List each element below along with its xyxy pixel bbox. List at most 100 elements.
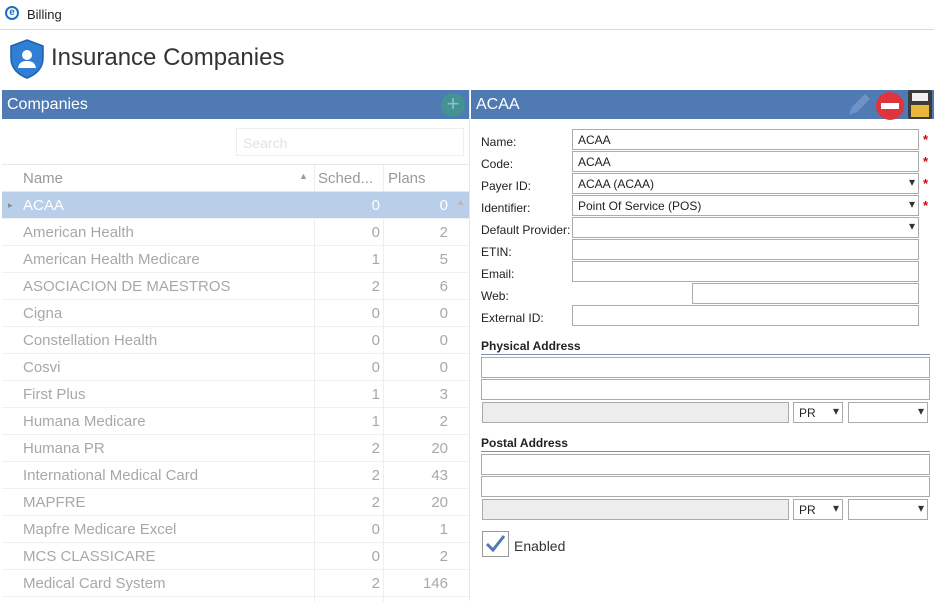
- row-schedules: 0: [371, 332, 380, 349]
- row-schedules: 0: [371, 548, 380, 565]
- physical-state-select[interactable]: PR: [793, 402, 843, 423]
- table-row[interactable]: ASOCIACION DE MAESTROS 2 6: [2, 273, 469, 300]
- table-row[interactable]: Cigna 0 0: [2, 300, 469, 327]
- row-plans: 1: [439, 521, 448, 538]
- table-row[interactable]: First Plus 1 3: [2, 381, 469, 408]
- companies-header: Companies +: [2, 90, 469, 119]
- email-field[interactable]: [572, 261, 919, 282]
- external-id-field[interactable]: [572, 305, 919, 326]
- postal-zip-select[interactable]: [848, 499, 928, 520]
- postal-state-select[interactable]: PR: [793, 499, 843, 520]
- payer-id-select[interactable]: ACAA (ACAA): [572, 173, 919, 194]
- row-schedules: 0: [371, 224, 380, 241]
- web-field[interactable]: [692, 283, 919, 304]
- row-name: Cigna: [23, 305, 63, 322]
- table-row[interactable]: ▸ ACAA 0 0: [2, 192, 469, 219]
- row-name: MAPFRE: [23, 494, 86, 511]
- page-header: Insurance Companies: [0, 30, 934, 88]
- default-provider-label: Default Provider:: [481, 223, 571, 237]
- row-name: American Health: [23, 224, 134, 241]
- row-plans: 6: [439, 278, 448, 295]
- row-name: Humana PR: [23, 440, 105, 457]
- table-row[interactable]: Humana Medicare 1 2: [2, 408, 469, 435]
- enabled-checkbox[interactable]: [482, 531, 509, 557]
- row-plans: 2: [439, 413, 448, 430]
- table-row[interactable]: Mapfre Medicare Excel 0 1: [2, 516, 469, 543]
- column-header-name[interactable]: Name: [23, 170, 63, 187]
- row-schedules: 2: [371, 440, 380, 457]
- email-label: Email:: [481, 267, 515, 281]
- grid-scrollbar[interactable]: ▲: [454, 193, 468, 602]
- column-header-plans[interactable]: Plans: [388, 170, 426, 187]
- row-plans: 2: [439, 548, 448, 565]
- etin-field[interactable]: [572, 239, 919, 260]
- companies-title: Companies: [7, 96, 88, 113]
- required-marker: *: [923, 176, 929, 191]
- detail-title: ACAA: [476, 96, 520, 113]
- search-input[interactable]: Search: [236, 128, 464, 156]
- row-name: Mapfre Medicare Excel: [23, 521, 177, 538]
- physical-address-line2[interactable]: [481, 379, 930, 400]
- row-name: ASOCIACION DE MAESTROS: [23, 278, 231, 295]
- web-label: Web:: [481, 289, 509, 303]
- default-provider-select[interactable]: [572, 217, 919, 238]
- row-name: American Health Medicare: [23, 251, 200, 268]
- column-header-schedules[interactable]: Sched...: [318, 170, 373, 187]
- postal-address-line1[interactable]: [481, 454, 930, 475]
- postal-city-field[interactable]: [482, 499, 789, 520]
- section-divider: [481, 354, 930, 355]
- detail-header: ACAA: [471, 90, 934, 120]
- row-name: ACAA: [23, 197, 64, 214]
- table-row[interactable]: Medical Card System 2 146: [2, 570, 469, 597]
- save-icon[interactable]: [908, 90, 932, 119]
- payer-id-label: Payer ID:: [481, 179, 532, 193]
- delete-button[interactable]: [876, 92, 904, 120]
- physical-city-field[interactable]: [482, 402, 789, 423]
- row-name: Cosvi: [23, 359, 61, 376]
- section-divider: [481, 451, 930, 452]
- edit-pencil-icon[interactable]: [846, 92, 872, 118]
- table-row[interactable]: International Medical Card 2 43: [2, 462, 469, 489]
- row-schedules: 1: [371, 251, 380, 268]
- table-row[interactable]: American Health 0 2: [2, 219, 469, 246]
- scroll-up-icon[interactable]: ▲: [456, 197, 465, 207]
- physical-address-line1[interactable]: [481, 357, 930, 378]
- row-name: Medical Card System: [23, 575, 166, 592]
- add-company-button[interactable]: +: [441, 93, 465, 117]
- shield-user-icon: [10, 39, 44, 79]
- row-plans: 20: [431, 440, 448, 457]
- company-detail-panel: ACAA Name: ACAA * Code: ACAA * Payer ID:…: [471, 90, 934, 601]
- code-field[interactable]: ACAA: [572, 151, 919, 172]
- row-plans: 20: [431, 494, 448, 511]
- sort-ascending-icon: ▲: [299, 171, 308, 181]
- row-selector-icon: ▸: [8, 200, 13, 210]
- required-marker: *: [923, 132, 929, 147]
- row-schedules: 2: [371, 494, 380, 511]
- page-title: Insurance Companies: [51, 44, 285, 71]
- table-row[interactable]: Constellation Health 0 0: [2, 327, 469, 354]
- postal-address-line2[interactable]: [481, 476, 930, 497]
- table-row[interactable]: American Health Medicare 1 5: [2, 246, 469, 273]
- app-icon: e: [5, 6, 19, 20]
- row-plans: 0: [439, 359, 448, 376]
- enabled-label: Enabled: [514, 538, 566, 554]
- table-row[interactable]: Cosvi 0 0: [2, 354, 469, 381]
- row-schedules: 0: [371, 197, 380, 214]
- row-schedules: 1: [371, 386, 380, 403]
- postal-address-title: Postal Address: [481, 436, 568, 450]
- row-schedules: 0: [371, 359, 380, 376]
- row-name: International Medical Card: [23, 467, 199, 484]
- table-row[interactable]: MAPFRE 2 20: [2, 489, 469, 516]
- identifier-select[interactable]: Point Of Service (POS): [572, 195, 919, 216]
- row-plans: 43: [431, 467, 448, 484]
- name-field[interactable]: ACAA: [572, 129, 919, 150]
- grid-body: ▸ ACAA 0 0 American Health 0 2 American Health …: [2, 192, 469, 597]
- etin-label: ETIN:: [481, 245, 512, 259]
- row-plans: 3: [439, 386, 448, 403]
- table-row[interactable]: Humana PR 2 20: [2, 435, 469, 462]
- row-plans: 146: [422, 575, 448, 592]
- table-row[interactable]: MCS CLASSICARE 0 2: [2, 543, 469, 570]
- physical-zip-select[interactable]: [848, 402, 928, 423]
- identifier-label: Identifier:: [481, 201, 531, 215]
- external-id-label: External ID:: [481, 311, 544, 325]
